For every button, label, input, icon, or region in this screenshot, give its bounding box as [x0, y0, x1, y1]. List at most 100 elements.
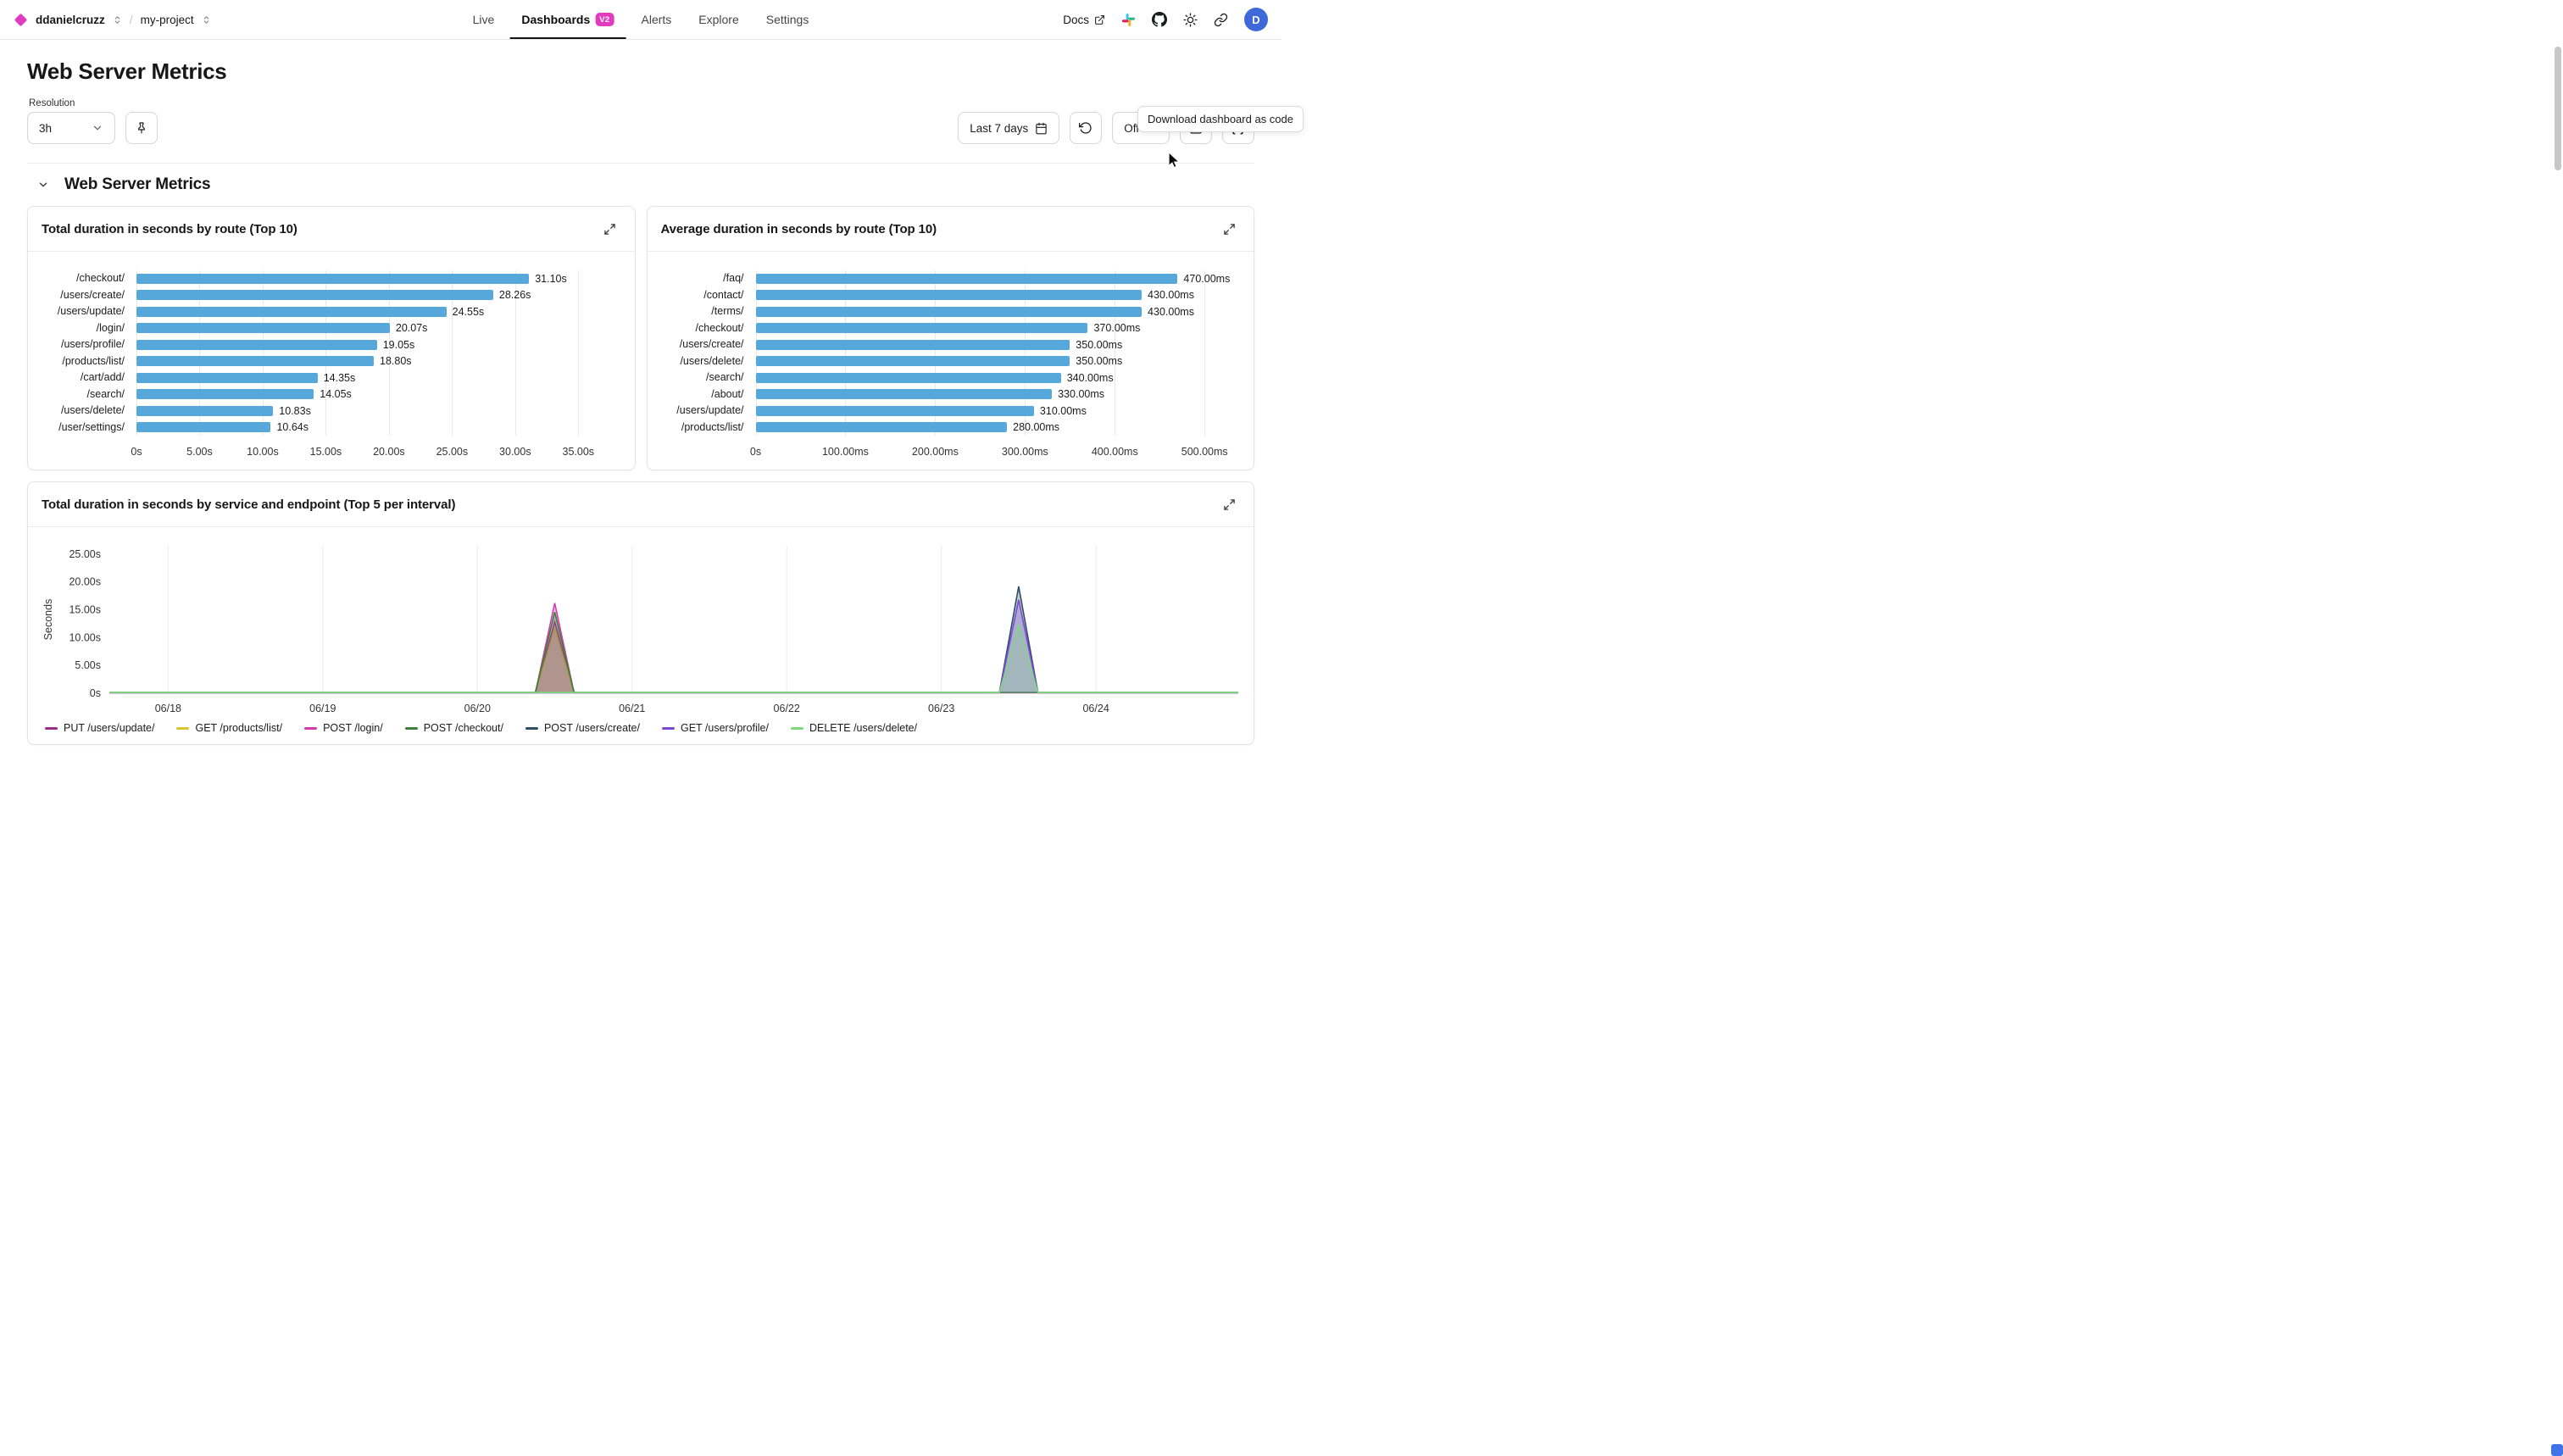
tab-dashboards[interactable]: Dashboards V2 [521, 0, 614, 39]
bar[interactable] [136, 307, 447, 317]
expand-chart-button[interactable] [1218, 493, 1240, 515]
legend-item[interactable]: POST /login/ [304, 722, 383, 734]
bar[interactable] [756, 274, 1178, 284]
legend-swatch [791, 727, 803, 730]
bar-category-label: /users/update/ [42, 303, 136, 320]
legend-item[interactable]: POST /users/create/ [525, 722, 640, 734]
bar[interactable] [756, 307, 1143, 317]
bar[interactable] [136, 373, 318, 383]
bar-value-label: 10.83s [279, 405, 311, 417]
bar-value-label: 20.07s [396, 322, 428, 334]
org-name[interactable]: ddanielcruzz [36, 14, 105, 26]
bar-value-label: 310.00ms [1040, 405, 1087, 417]
expand-chart-button[interactable] [1218, 218, 1240, 240]
bar[interactable] [756, 323, 1088, 333]
time-range-button[interactable]: Last 7 days [958, 112, 1059, 144]
bar-category-label: /users/create/ [661, 336, 756, 353]
bar[interactable] [756, 389, 1053, 399]
series-line [109, 625, 1238, 692]
bar[interactable] [756, 356, 1070, 366]
docs-link[interactable]: Docs [1063, 14, 1105, 26]
bar-chart-bars-area: 470.00ms430.00ms430.00ms370.00ms350.00ms… [756, 270, 1232, 436]
app-logo-icon[interactable] [14, 13, 28, 26]
chart-panel-average-duration-by-route: Average duration in seconds by route (To… [647, 206, 1255, 470]
bar-chart-category-axis: /checkout//users/create//users/update//l… [42, 270, 136, 436]
bar[interactable] [136, 406, 273, 416]
theme-sun-icon[interactable] [1183, 13, 1198, 27]
bar-row: 28.26s [136, 287, 613, 304]
chart-panel-duration-by-service-endpoint: Total duration in seconds by service and… [27, 481, 1254, 745]
topbar-actions: Docs D [1063, 8, 1268, 31]
bar-row: 350.00ms [756, 353, 1232, 370]
tab-live[interactable]: Live [473, 0, 495, 39]
legend-item[interactable]: GET /users/profile/ [662, 722, 769, 734]
series-line [109, 622, 1238, 692]
pin-filters-button[interactable] [125, 112, 158, 144]
bar[interactable] [136, 356, 374, 366]
bar-category-label: /cart/add/ [42, 370, 136, 386]
project-name[interactable]: my-project [141, 14, 194, 26]
user-avatar[interactable]: D [1244, 8, 1268, 31]
resolution-select[interactable]: 3h [27, 112, 115, 144]
bar-category-label: /terms/ [661, 303, 756, 320]
pin-icon [135, 121, 148, 135]
bar-category-label: /search/ [42, 386, 136, 403]
x-tick-label: 15.00s [310, 446, 342, 458]
axis-label: 25.00s [69, 548, 101, 560]
refresh-button[interactable] [1070, 112, 1102, 144]
bar-row: 24.55s [136, 303, 613, 320]
bar[interactable] [756, 373, 1061, 383]
bar[interactable] [756, 406, 1034, 416]
bar-row: 19.05s [136, 336, 613, 353]
bar[interactable] [756, 340, 1070, 350]
series-area [109, 612, 1238, 693]
legend-item[interactable]: POST /checkout/ [405, 722, 503, 734]
legend-item[interactable]: DELETE /users/delete/ [791, 722, 917, 734]
legend-item[interactable]: GET /products/list/ [176, 722, 282, 734]
bar-category-label: /users/profile/ [42, 336, 136, 353]
series-line [109, 600, 1238, 693]
bar[interactable] [136, 290, 493, 300]
bar-row: 20.07s [136, 320, 613, 337]
axis-label: 15.00s [69, 604, 101, 616]
bar-row: 370.00ms [756, 320, 1232, 337]
area-chart-svg: 06/1806/1906/2006/2106/2206/2306/240s5.0… [38, 539, 1243, 719]
project-selector-icon[interactable] [202, 15, 211, 25]
series-area [109, 603, 1238, 693]
scrollbar-thumb[interactable] [2555, 47, 2561, 170]
legend-label: GET /users/profile/ [681, 722, 769, 734]
axis-label: 20.00s [69, 576, 101, 588]
tab-alerts[interactable]: Alerts [641, 0, 671, 39]
x-tick-label: 10.00s [247, 446, 279, 458]
bar[interactable] [136, 274, 529, 284]
slack-icon[interactable] [1121, 13, 1136, 27]
dashboard-controls: Resolution 3h Last 7 days [27, 98, 1254, 144]
bar[interactable] [756, 290, 1143, 300]
bar-category-label: /products/list/ [661, 420, 756, 436]
expand-chart-button[interactable] [599, 218, 621, 240]
tab-explore[interactable]: Explore [698, 0, 738, 39]
bar[interactable] [756, 422, 1008, 432]
section-collapse-chevron-icon[interactable] [37, 179, 49, 191]
share-link-icon[interactable] [1214, 13, 1228, 27]
topbar: ddanielcruzz / my-project Live Dashboard… [0, 0, 1282, 40]
bar-category-label: /users/delete/ [42, 403, 136, 420]
bar[interactable] [136, 340, 377, 350]
bar-row: 10.64s [136, 420, 613, 436]
bar-row: 310.00ms [756, 403, 1232, 420]
legend-item[interactable]: PUT /users/update/ [45, 722, 154, 734]
bar[interactable] [136, 389, 314, 399]
bottom-right-widget[interactable] [2551, 1444, 2563, 1456]
axis-label: 06/18 [155, 703, 181, 714]
legend-swatch [176, 727, 189, 730]
tab-settings[interactable]: Settings [766, 0, 809, 39]
org-selector-icon[interactable] [113, 15, 122, 25]
bar[interactable] [136, 323, 390, 333]
bar[interactable] [136, 422, 270, 432]
axis-label: 06/23 [928, 703, 954, 714]
github-icon[interactable] [1152, 12, 1167, 27]
x-tick-label: 25.00s [436, 446, 469, 458]
bar-value-label: 430.00ms [1148, 289, 1194, 301]
bar-chart-total-duration: /checkout//users/create//users/update//l… [42, 270, 621, 464]
x-tick-label: 0s [131, 446, 142, 458]
